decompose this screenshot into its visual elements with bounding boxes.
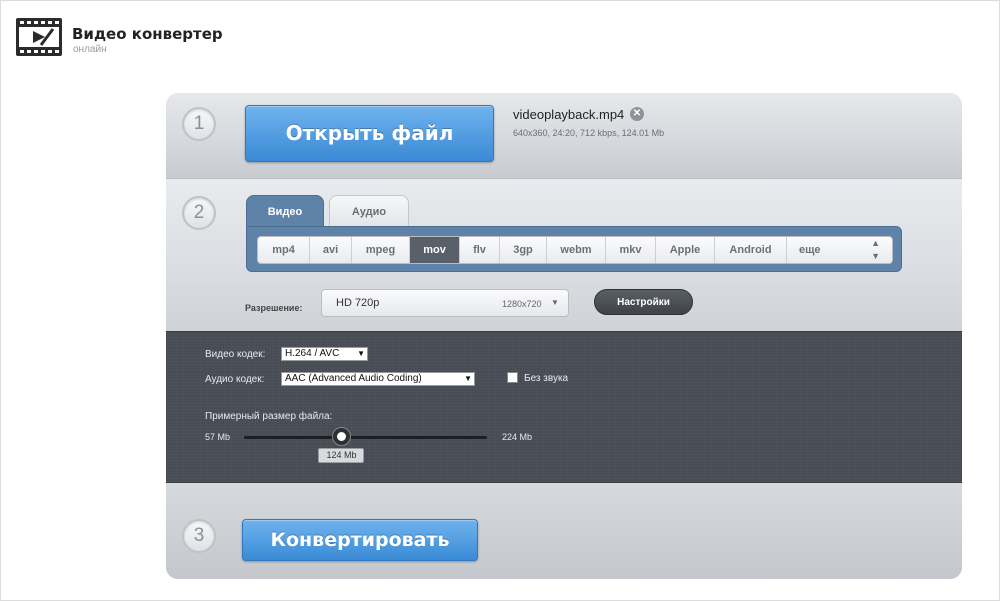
step-number-1: 1 [182, 107, 216, 141]
format-bar: mp4 avi mpeg mov flv 3gp webm mkv Apple … [257, 236, 893, 264]
tab-audio[interactable]: Аудио [329, 195, 409, 227]
resolution-value: HD 720p [336, 297, 380, 309]
format-mp4[interactable]: mp4 [258, 237, 310, 263]
up-down-arrows-icon: ▲ ▼ [871, 238, 880, 261]
resolution-label: Разрешение: [245, 303, 303, 313]
step-open-file: 1 Открыть файл videoplayback.mp4 ✕ 640x3… [166, 93, 962, 179]
video-codec-value: H.264 / AVC [285, 348, 340, 359]
resolution-select[interactable]: HD 720p 1280x720 ▼ [321, 289, 569, 317]
file-name: videoplayback.mp4 [513, 107, 625, 122]
format-flv[interactable]: flv [460, 237, 500, 263]
step-convert: 3 Конвертировать [166, 483, 962, 579]
chevron-down-icon: ▼ [551, 298, 559, 307]
open-file-button[interactable]: Открыть файл [245, 105, 494, 162]
video-codec-select[interactable]: H.264 / AVC ▼ [281, 347, 368, 361]
format-mpeg[interactable]: mpeg [352, 237, 410, 263]
format-mkv[interactable]: mkv [606, 237, 656, 263]
size-slider-thumb[interactable] [333, 428, 351, 445]
mute-checkbox[interactable] [507, 372, 518, 383]
size-max-label: 224 Mb [502, 432, 533, 442]
page-frame: Видео конвертер онлайн 1 Открыть файл vi… [0, 0, 1000, 601]
format-more[interactable]: еще ▲ ▼ [787, 237, 892, 263]
video-codec-label: Видео кодек: [205, 349, 266, 360]
size-min-label: 57 Mb [205, 432, 231, 442]
format-webm[interactable]: webm [547, 237, 606, 263]
chevron-down-icon: ▼ [464, 374, 472, 383]
format-3gp[interactable]: 3gp [500, 237, 547, 263]
video-logo-icon[interactable] [15, 17, 63, 57]
advanced-settings-panel: Видео кодек: H.264 / AVC ▼ Аудио кодек: … [166, 331, 962, 483]
size-slider-track[interactable] [244, 436, 487, 439]
audio-codec-select[interactable]: AAC (Advanced Audio Coding) ▼ [281, 372, 475, 386]
format-android[interactable]: Android [715, 237, 787, 263]
format-panel: mp4 avi mpeg mov flv 3gp webm mkv Apple … [246, 226, 902, 272]
remove-file-icon[interactable]: ✕ [630, 107, 644, 121]
step-number-2: 2 [182, 196, 216, 230]
tab-video[interactable]: Видео [246, 195, 324, 227]
format-avi[interactable]: avi [310, 237, 352, 263]
size-slider-fill [244, 436, 342, 439]
resolution-dims: 1280x720 [502, 299, 542, 309]
chevron-down-icon: ▼ [357, 349, 365, 358]
audio-codec-value: AAC (Advanced Audio Coding) [285, 373, 422, 384]
convert-button[interactable]: Конвертировать [242, 519, 478, 561]
step-format: 2 Видео Аудио mp4 avi mpeg mov flv 3gp w… [166, 179, 962, 331]
converter-card: 1 Открыть файл videoplayback.mp4 ✕ 640x3… [166, 93, 962, 579]
format-apple[interactable]: Apple [656, 237, 715, 263]
size-current-value: 124 Mb [318, 448, 365, 463]
settings-button[interactable]: Настройки [594, 289, 693, 315]
mute-label: Без звука [524, 373, 569, 384]
format-more-label: еще [799, 244, 821, 256]
file-info: 640x360, 24:20, 712 kbps, 124.01 Mb [513, 128, 665, 138]
app-subtitle: онлайн [73, 44, 107, 55]
audio-codec-label: Аудио кодек: [205, 374, 265, 385]
file-size-label: Примерный размер файла: [205, 411, 333, 422]
step-number-3: 3 [182, 519, 216, 553]
app-title: Видео конвертер [72, 25, 223, 43]
format-mov[interactable]: mov [410, 237, 460, 263]
